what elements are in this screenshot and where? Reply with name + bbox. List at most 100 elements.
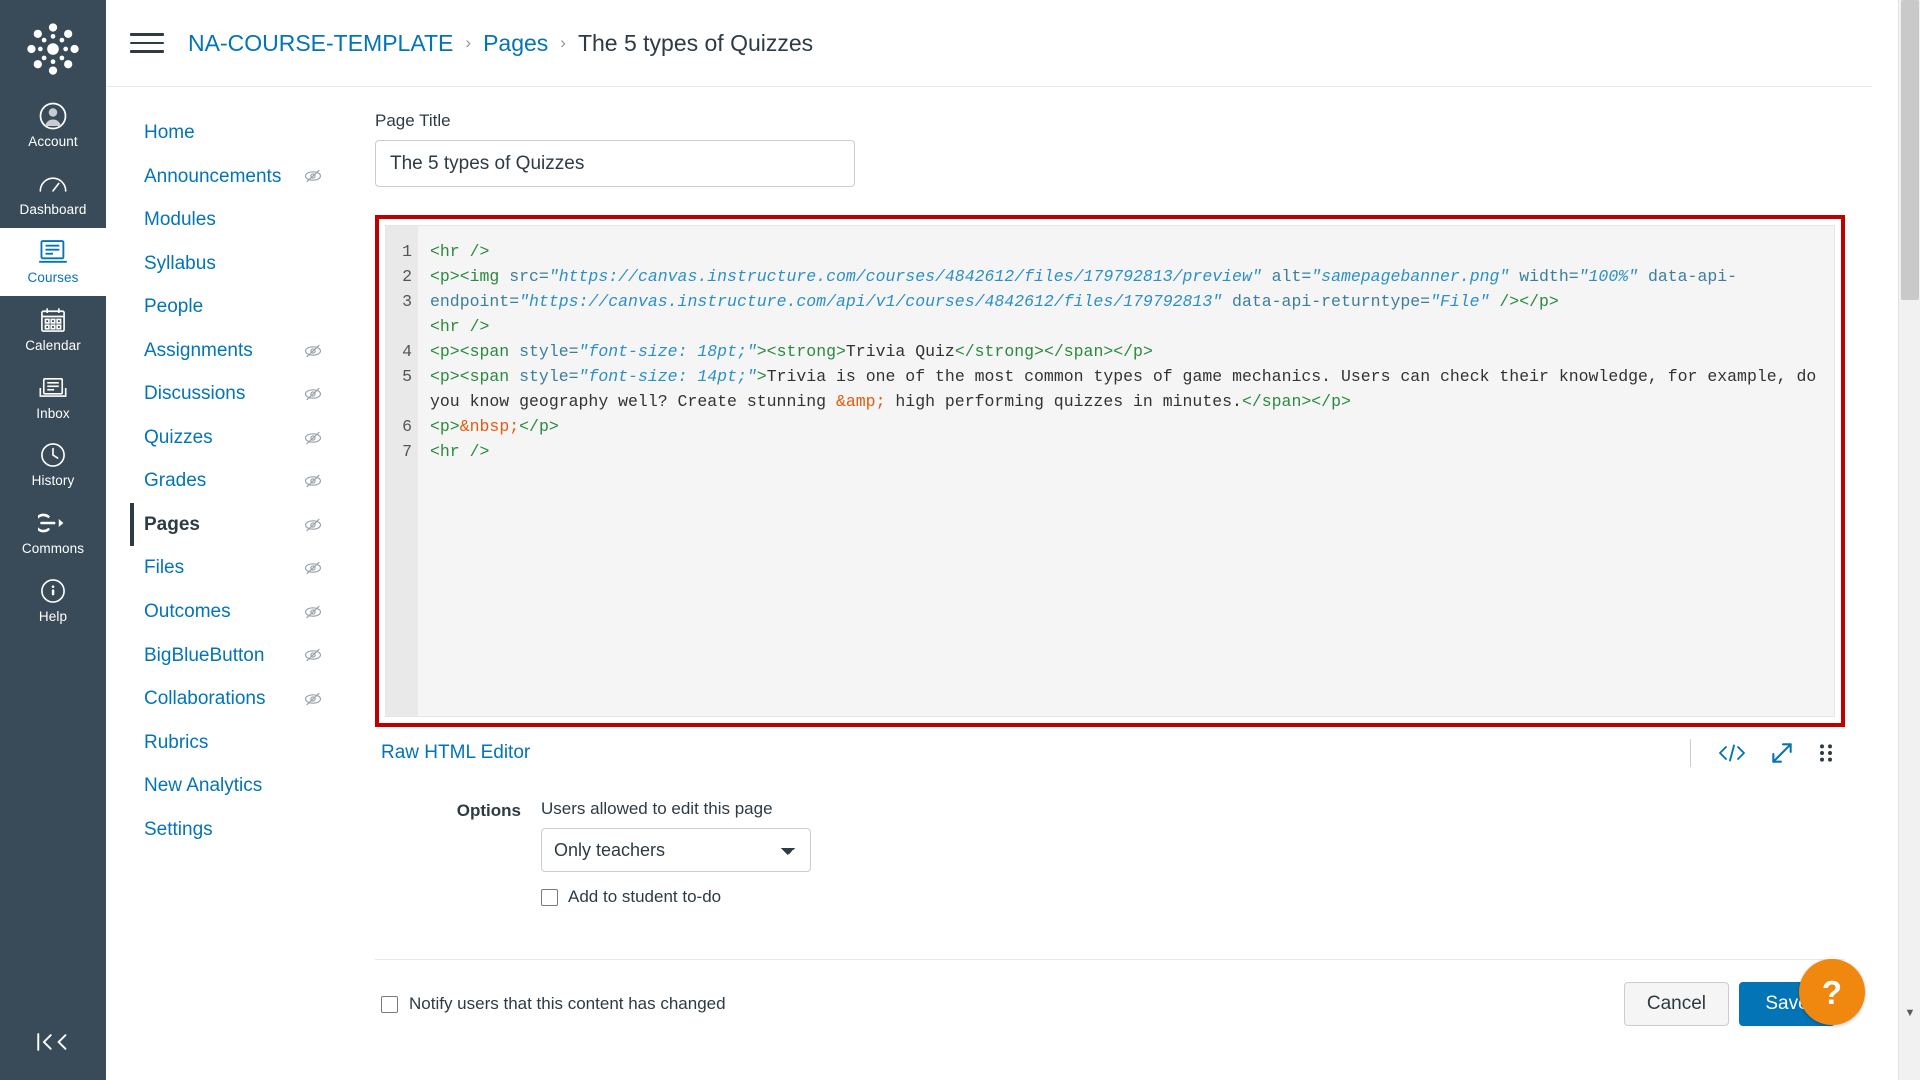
hidden-from-students-eye-icon: [303, 602, 323, 622]
course-nav-item-announcements[interactable]: Announcements: [130, 155, 345, 199]
editor-code-line: <hr />: [430, 239, 1818, 264]
form-action-bar: Notify users that this content has chang…: [375, 959, 1845, 1026]
course-nav-item-discussions[interactable]: Discussions: [130, 372, 345, 416]
inbox-icon: [38, 373, 68, 403]
code-token-tag: /></p>: [1489, 292, 1559, 311]
course-nav-label: Settings: [144, 818, 213, 840]
course-nav-label: Collaborations: [144, 688, 266, 710]
code-token-tag: </p>: [519, 417, 559, 436]
course-nav-label: Pages: [144, 513, 200, 535]
canvas-logo[interactable]: [20, 16, 86, 82]
line-number: 1: [402, 242, 412, 261]
hidden-from-students-eye-icon: [303, 341, 323, 361]
editor-footer-bar: Raw HTML Editor: [375, 739, 1845, 767]
breadcrumb-course-link[interactable]: NA-COURSE-TEMPLATE: [188, 30, 453, 57]
code-token-tag: >: [756, 367, 767, 386]
resize-handle-icon[interactable]: [1817, 741, 1835, 765]
commons-icon: [38, 508, 68, 538]
global-nav-label: Inbox: [36, 405, 70, 421]
line-number: 3: [402, 292, 412, 311]
global-nav-item-help[interactable]: Help: [0, 567, 106, 635]
editor-code-area[interactable]: <hr /> <p><img src="https://canvas.instru…: [418, 226, 1834, 716]
code-token-tag: ><strong>: [756, 342, 846, 361]
dashboard-icon: [38, 169, 68, 199]
code-token-attr: width=: [1509, 267, 1579, 286]
course-nav-item-bigbluebutton[interactable]: BigBlueButton: [130, 634, 345, 678]
course-nav-item-collaborations[interactable]: Collaborations: [130, 677, 345, 721]
student-todo-row[interactable]: Add to student to-do: [541, 887, 811, 907]
main-pane: NA-COURSE-TEMPLATE › Pages › The 5 types…: [106, 0, 1920, 1080]
hidden-from-students-eye-icon: [303, 689, 323, 709]
global-nav-label: Calendar: [25, 337, 81, 353]
raw-html-editor-link[interactable]: Raw HTML Editor: [375, 742, 530, 764]
course-nav-label: Files: [144, 557, 185, 579]
calendar-icon: [39, 305, 67, 335]
student-todo-checkbox[interactable]: [541, 888, 558, 906]
code-token-tag: <p><span: [430, 342, 520, 361]
course-nav-label: Assignments: [144, 339, 253, 361]
course-nav-item-grades[interactable]: Grades: [130, 459, 345, 503]
course-nav-item-outcomes[interactable]: Outcomes: [130, 590, 345, 634]
html-code-toggle-icon[interactable]: [1717, 742, 1747, 764]
breadcrumb-pages-link[interactable]: Pages: [483, 30, 548, 57]
global-nav-label: Courses: [27, 269, 79, 285]
hidden-from-students-eye-icon: [303, 166, 323, 186]
code-token-attr: data-api-returntype=: [1222, 292, 1431, 311]
notify-users-row[interactable]: Notify users that this content has chang…: [381, 994, 726, 1014]
editor-code-line: <p><span style="font-size: 14pt;">Trivia…: [430, 364, 1818, 414]
help-bubble[interactable]: ?: [1799, 959, 1865, 1025]
collapse-nav-icon[interactable]: [0, 1016, 106, 1080]
course-nav-item-new-analytics[interactable]: New Analytics: [130, 764, 345, 808]
course-nav-item-files[interactable]: Files: [130, 546, 345, 590]
hidden-from-students-eye-icon: [303, 515, 323, 535]
cancel-button[interactable]: Cancel: [1623, 982, 1729, 1026]
code-token-tag: <p>: [430, 417, 460, 436]
global-nav-item-inbox[interactable]: Inbox: [0, 364, 106, 432]
course-nav-item-quizzes[interactable]: Quizzes: [130, 416, 345, 460]
code-token-tag: <p><span: [430, 367, 520, 386]
course-nav-label: Rubrics: [144, 731, 209, 753]
course-nav-item-people[interactable]: People: [130, 285, 345, 329]
line-number: 5: [402, 367, 412, 386]
line-number: 4: [402, 342, 412, 361]
hidden-from-students-eye-icon: [303, 428, 323, 448]
global-nav-item-history[interactable]: History: [0, 431, 106, 499]
notify-users-checkbox[interactable]: [381, 995, 398, 1013]
global-nav-item-dashboard[interactable]: Dashboard: [0, 160, 106, 228]
code-token-tag: <hr />: [430, 442, 490, 461]
scrollbar-down-arrow-icon[interactable]: ▼: [1899, 1002, 1920, 1024]
fullscreen-expand-icon[interactable]: [1769, 740, 1795, 766]
hidden-from-students-eye-icon: [303, 384, 323, 404]
course-nav-item-syllabus[interactable]: Syllabus: [130, 242, 345, 286]
line-number: 6: [402, 417, 412, 436]
page-title-input[interactable]: [375, 140, 855, 187]
course-nav-item-assignments[interactable]: Assignments: [130, 329, 345, 373]
student-todo-label: Add to student to-do: [568, 887, 722, 906]
global-nav-item-account[interactable]: Account: [0, 92, 106, 160]
global-nav-label: History: [31, 473, 75, 489]
course-nav-item-pages[interactable]: Pages: [130, 502, 345, 547]
breadcrumb-separator-icon: ›: [465, 33, 472, 52]
options-body: Users allowed to edit this page Only tea…: [541, 799, 811, 907]
course-nav-item-rubrics[interactable]: Rubrics: [130, 721, 345, 765]
page-scrollbar[interactable]: ▼: [1898, 0, 1920, 1080]
edit-roles-select[interactable]: Only teachersTeachers and studentsAnyone: [541, 828, 811, 872]
hidden-from-students-eye-icon: [303, 471, 323, 491]
editor-code-line: <hr />: [430, 314, 1818, 339]
course-nav-item-modules[interactable]: Modules: [130, 198, 345, 242]
help-icon: [39, 576, 67, 606]
code-token-txt: high performing quizzes in minutes.: [885, 392, 1242, 411]
code-token-attr: style=: [519, 342, 579, 361]
code-token-str: "font-size: 14pt;": [578, 367, 757, 386]
global-nav-item-courses[interactable]: Courses: [0, 227, 106, 296]
html-editor[interactable]: 1 2 3 4 5 6 7 <hr /> <p><img src="https:/…: [385, 225, 1835, 717]
course-nav-label: Announcements: [144, 165, 282, 187]
code-token-ent: &nbsp;: [459, 417, 520, 436]
course-nav-item-settings[interactable]: Settings: [130, 808, 345, 852]
course-nav-item-home[interactable]: Home: [130, 111, 345, 155]
global-nav-item-calendar[interactable]: Calendar: [0, 296, 106, 364]
courses-icon: [38, 237, 68, 267]
global-nav-item-commons[interactable]: Commons: [0, 499, 106, 567]
hamburger-menu-icon[interactable]: [130, 28, 170, 58]
page-scrollbar-thumb[interactable]: [1901, 0, 1919, 300]
